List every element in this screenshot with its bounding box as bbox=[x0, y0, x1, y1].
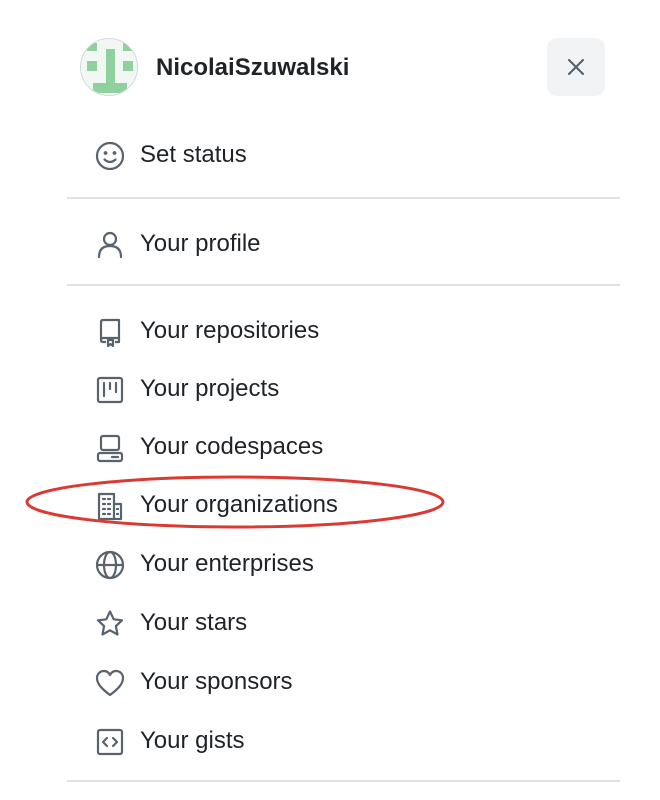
menu-item-repositories[interactable]: Your repositories bbox=[92, 310, 612, 350]
heart-icon bbox=[94, 667, 126, 699]
avatar[interactable] bbox=[80, 38, 138, 96]
username: NicolaiSzuwalski bbox=[156, 54, 350, 81]
organization-icon bbox=[94, 490, 126, 522]
close-button[interactable] bbox=[547, 38, 605, 96]
menu-item-label: Your organizations bbox=[140, 491, 338, 518]
menu-item-label: Your gists bbox=[140, 727, 245, 754]
menu-item-label: Your projects bbox=[140, 375, 280, 402]
menu-item-label: Your repositories bbox=[140, 317, 320, 344]
divider bbox=[67, 780, 620, 782]
project-icon bbox=[94, 374, 126, 406]
menu-item-label: Your stars bbox=[140, 609, 248, 636]
divider bbox=[67, 197, 620, 199]
codespaces-icon bbox=[94, 432, 126, 464]
smiley-icon bbox=[94, 140, 126, 172]
star-icon bbox=[94, 608, 126, 640]
menu-item-label: Your profile bbox=[140, 230, 261, 257]
repo-icon bbox=[94, 316, 126, 348]
menu-item-label: Your sponsors bbox=[140, 668, 293, 695]
menu-item-enterprises[interactable]: Your enterprises bbox=[92, 543, 612, 583]
divider bbox=[67, 284, 620, 286]
menu-item-codespaces[interactable]: Your codespaces bbox=[92, 426, 612, 466]
menu-item-projects[interactable]: Your projects bbox=[92, 368, 612, 408]
person-icon bbox=[94, 229, 126, 261]
menu-item-label: Your enterprises bbox=[140, 550, 314, 577]
menu-item-label: Your codespaces bbox=[140, 433, 324, 460]
menu-item-profile[interactable]: Your profile bbox=[92, 223, 612, 263]
menu-item-stars[interactable]: Your stars bbox=[92, 602, 612, 642]
menu-item-gists[interactable]: Your gists bbox=[92, 720, 612, 760]
globe-icon bbox=[94, 549, 126, 581]
account-header: NicolaiSzuwalski bbox=[80, 38, 606, 96]
close-icon bbox=[567, 58, 585, 76]
menu-item-sponsors[interactable]: Your sponsors bbox=[92, 661, 612, 701]
menu-item-label: Set status bbox=[140, 141, 247, 168]
menu-item-set-status[interactable]: Set status bbox=[92, 134, 612, 174]
code-square-icon bbox=[94, 726, 126, 758]
menu-item-organizations[interactable]: Your organizations bbox=[92, 484, 612, 524]
